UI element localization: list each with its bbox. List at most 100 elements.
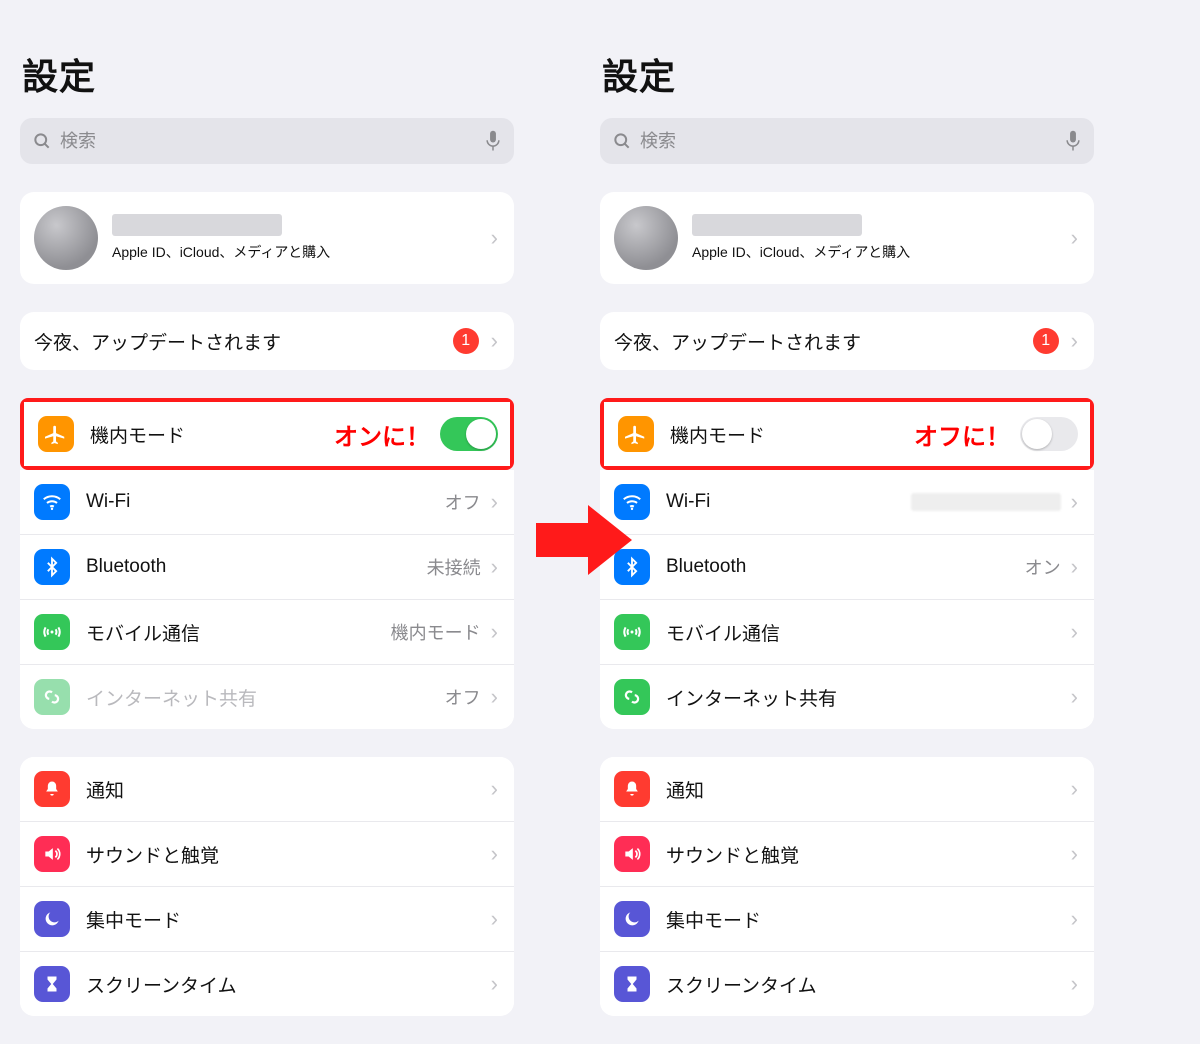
chevron-right-icon: › [1067, 971, 1082, 997]
airplane-icon [618, 416, 654, 452]
chevron-right-icon: › [487, 684, 502, 710]
transition-arrow-icon [536, 505, 632, 575]
cellular-label: モバイル通信 [666, 619, 1061, 646]
cellular-row[interactable]: モバイル通信 › [600, 600, 1094, 665]
bluetooth-label: Bluetooth [666, 556, 1025, 578]
moon-icon [34, 901, 70, 937]
search-input[interactable] [60, 131, 476, 152]
hotspot-row[interactable]: インターネット共有 › [600, 665, 1094, 729]
bluetooth-label: Bluetooth [86, 556, 427, 578]
bluetooth-row[interactable]: Bluetooth 未接続 › [20, 535, 514, 600]
screentime-row[interactable]: スクリーンタイム › [600, 952, 1094, 1016]
chevron-right-icon: › [487, 841, 502, 867]
airplane-toggle[interactable] [440, 417, 498, 451]
airplane-highlight: 機内モード オンに！ [20, 398, 514, 470]
hotspot-value: オフ [445, 684, 481, 710]
bell-icon [614, 771, 650, 807]
chevron-right-icon: › [487, 328, 502, 354]
wifi-value-redacted [911, 493, 1061, 511]
airplane-toggle[interactable] [1020, 417, 1078, 451]
airplane-label: 機内モード [670, 421, 914, 448]
chevron-right-icon: › [1067, 776, 1082, 802]
update-card[interactable]: 今夜、アップデートされます 1 › [600, 312, 1094, 370]
page-title: 設定 [12, 18, 522, 118]
hourglass-icon [34, 966, 70, 1002]
chevron-right-icon: › [1067, 841, 1082, 867]
chevron-right-icon: › [1067, 225, 1082, 251]
badge-count: 1 [1033, 328, 1059, 354]
search-bar[interactable] [20, 118, 514, 164]
bluetooth-icon [34, 549, 70, 585]
focus-label: 集中モード [86, 906, 487, 933]
airplane-callout: オフに！ [914, 417, 1010, 452]
chevron-right-icon: › [487, 971, 502, 997]
wifi-row[interactable]: Wi-Fi › [600, 470, 1094, 535]
focus-row[interactable]: 集中モード › [20, 887, 514, 952]
screentime-label: スクリーンタイム [666, 971, 1067, 998]
chevron-right-icon: › [487, 619, 502, 645]
profile-subtitle: Apple ID、iCloud、メディアと購入 [112, 242, 473, 262]
search-icon [612, 131, 632, 151]
chevron-right-icon: › [1067, 684, 1082, 710]
notifications-row[interactable]: 通知 › [600, 757, 1094, 822]
wifi-row[interactable]: Wi-Fi オフ › [20, 470, 514, 535]
search-bar[interactable] [600, 118, 1094, 164]
bell-icon [34, 771, 70, 807]
search-input[interactable] [640, 131, 1056, 152]
wifi-label: Wi-Fi [86, 491, 445, 513]
airplane-highlight: 機内モード オフに！ [600, 398, 1094, 470]
update-label: 今夜、アップデートされます [34, 328, 453, 355]
chevron-right-icon: › [1067, 619, 1082, 645]
chevron-right-icon: › [1067, 489, 1082, 515]
hotspot-row[interactable]: インターネット共有 オフ › [20, 665, 514, 729]
avatar [34, 206, 98, 270]
cellular-row[interactable]: モバイル通信 機内モード › [20, 600, 514, 665]
wifi-value: オフ [445, 489, 481, 515]
cellular-value: 機内モード [391, 619, 481, 645]
airplane-icon [38, 416, 74, 452]
speaker-icon [34, 836, 70, 872]
hotspot-icon [614, 679, 650, 715]
notifications-label: 通知 [666, 776, 1067, 803]
bluetooth-value: オン [1025, 554, 1061, 580]
chevron-right-icon: › [487, 225, 502, 251]
hourglass-icon [614, 966, 650, 1002]
focus-label: 集中モード [666, 906, 1067, 933]
page-title: 設定 [592, 18, 1102, 118]
bluetooth-row[interactable]: Bluetooth オン › [600, 535, 1094, 600]
settings-screen-left: 設定 Apple ID、iCloud、メディアと購入 › 今夜、アッ [12, 18, 522, 1044]
sound-label: サウンドと触覚 [86, 841, 487, 868]
moon-icon [614, 901, 650, 937]
search-icon [32, 131, 52, 151]
profile-name-redacted [112, 214, 282, 236]
notifications-row[interactable]: 通知 › [20, 757, 514, 822]
mic-icon[interactable] [484, 130, 502, 152]
settings-screen-right: 設定 Apple ID、iCloud、メディアと購入 › 今夜、アッ [592, 18, 1102, 1044]
update-card[interactable]: 今夜、アップデートされます 1 › [20, 312, 514, 370]
chevron-right-icon: › [487, 554, 502, 580]
screentime-row[interactable]: スクリーンタイム › [20, 952, 514, 1016]
mic-icon[interactable] [1064, 130, 1082, 152]
speaker-icon [614, 836, 650, 872]
screentime-label: スクリーンタイム [86, 971, 487, 998]
update-label: 今夜、アップデートされます [614, 328, 1033, 355]
notifications-label: 通知 [86, 776, 487, 803]
profile-card[interactable]: Apple ID、iCloud、メディアと購入 › [600, 192, 1094, 284]
chevron-right-icon: › [487, 906, 502, 932]
airplane-label: 機内モード [90, 421, 334, 448]
wifi-label: Wi-Fi [666, 491, 911, 513]
sound-row[interactable]: サウンドと触覚 › [20, 822, 514, 887]
cellular-label: モバイル通信 [86, 619, 391, 646]
focus-row[interactable]: 集中モード › [600, 887, 1094, 952]
profile-card[interactable]: Apple ID、iCloud、メディアと購入 › [20, 192, 514, 284]
sound-row[interactable]: サウンドと触覚 › [600, 822, 1094, 887]
profile-subtitle: Apple ID、iCloud、メディアと購入 [692, 242, 1053, 262]
bluetooth-value: 未接続 [427, 554, 481, 580]
wifi-icon [34, 484, 70, 520]
chevron-right-icon: › [487, 776, 502, 802]
sound-label: サウンドと触覚 [666, 841, 1067, 868]
chevron-right-icon: › [487, 489, 502, 515]
chevron-right-icon: › [1067, 328, 1082, 354]
cellular-icon [614, 614, 650, 650]
profile-name-redacted [692, 214, 862, 236]
